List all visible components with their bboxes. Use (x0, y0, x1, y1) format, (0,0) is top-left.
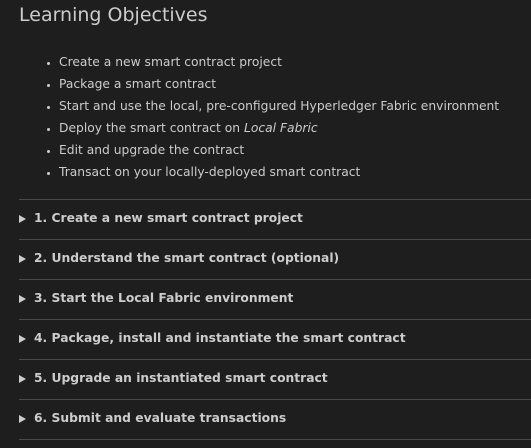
caret-right-icon[interactable] (19, 295, 26, 303)
objective-item: Edit and upgrade the contract (59, 139, 499, 161)
caret-right-icon[interactable] (19, 415, 26, 423)
objective-text: Deploy the smart contract on (59, 121, 244, 135)
objective-text: Edit and upgrade the contract (59, 143, 245, 157)
objective-text: Transact on your locally-deployed smart … (59, 165, 361, 179)
collapsible-sections: 1. Create a new smart contract project 2… (19, 199, 531, 440)
section-label[interactable]: 3. Start the Local Fabric environment (34, 291, 293, 305)
caret-right-icon[interactable] (19, 255, 26, 263)
section-label[interactable]: 5. Upgrade an instantiated smart contrac… (34, 371, 328, 385)
section-create-project[interactable]: 1. Create a new smart contract project (19, 199, 531, 239)
section-label[interactable]: 1. Create a new smart contract project (34, 211, 303, 225)
objective-item: Create a new smart contract project (59, 51, 499, 73)
objective-item: Start and use the local, pre-configured … (59, 95, 499, 117)
section-understand-contract[interactable]: 2. Understand the smart contract (option… (19, 239, 531, 279)
objective-text: Create a new smart contract project (59, 55, 282, 69)
objectives-list: Create a new smart contract project Pack… (19, 51, 499, 183)
objective-item: Deploy the smart contract on Local Fabri… (59, 117, 499, 139)
objective-text: Package a smart contract (59, 77, 217, 91)
caret-right-icon[interactable] (19, 215, 26, 223)
section-submit-evaluate[interactable]: 6. Submit and evaluate transactions (19, 399, 531, 440)
section-label[interactable]: 4. Package, install and instantiate the … (34, 331, 406, 345)
section-start-local-fabric[interactable]: 3. Start the Local Fabric environment (19, 279, 531, 319)
section-label[interactable]: 2. Understand the smart contract (option… (34, 251, 339, 265)
section-upgrade-contract[interactable]: 5. Upgrade an instantiated smart contrac… (19, 359, 531, 399)
caret-right-icon[interactable] (19, 335, 26, 343)
objective-emphasis: Local Fabric (243, 121, 318, 135)
page-title: Learning Objectives (19, 4, 208, 26)
objective-text: Start and use the local, pre-configured … (59, 99, 500, 113)
section-label[interactable]: 6. Submit and evaluate transactions (34, 411, 286, 425)
objective-item: Transact on your locally-deployed smart … (59, 161, 499, 183)
section-package-install-instantiate[interactable]: 4. Package, install and instantiate the … (19, 319, 531, 359)
objective-item: Package a smart contract (59, 73, 499, 95)
caret-right-icon[interactable] (19, 375, 26, 383)
